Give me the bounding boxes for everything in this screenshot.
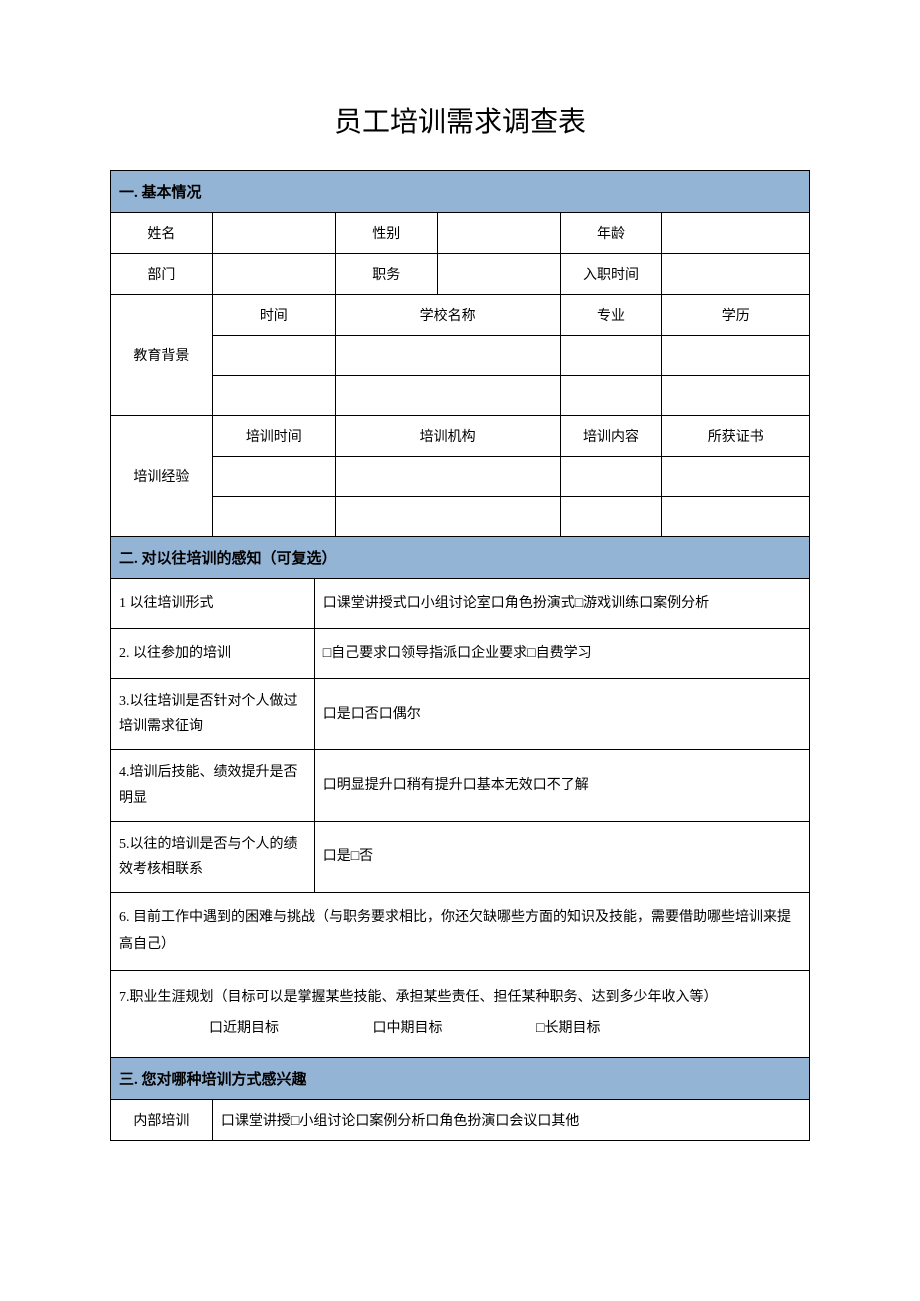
field-gender[interactable]	[437, 213, 560, 254]
label-name: 姓名	[111, 213, 213, 254]
q1-label: 1 以往培训形式	[111, 579, 315, 629]
field-age[interactable]	[662, 213, 810, 254]
field-training-time-2[interactable]	[212, 497, 335, 537]
internal-training-options[interactable]: 口课堂讲授□小组讨论口案例分析口角色扮演口会议口其他	[212, 1099, 809, 1140]
field-edu-degree-1[interactable]	[662, 336, 810, 376]
label-age: 年龄	[560, 213, 662, 254]
label-joindate: 入职时间	[560, 254, 662, 295]
field-training-org-2[interactable]	[335, 497, 560, 537]
label-training-org: 培训机构	[335, 416, 560, 457]
field-edu-school-2[interactable]	[335, 376, 560, 416]
q7-goal-mid[interactable]: 口中期目标	[373, 1014, 443, 1045]
q7-intro: 7.职业生涯规划（目标可以是掌握某些技能、承担某些责任、担任某种职务、达到多少年…	[119, 983, 801, 1014]
field-training-cert-1[interactable]	[662, 457, 810, 497]
section1-header: 一. 基本情况	[111, 171, 810, 213]
field-dept[interactable]	[212, 254, 335, 295]
q7-goal-long[interactable]: □长期目标	[536, 1014, 600, 1045]
field-joindate[interactable]	[662, 254, 810, 295]
field-training-content-2[interactable]	[560, 497, 662, 537]
q1-options[interactable]: 口课堂讲授式口小组讨论室口角色扮演式□游戏训练口案例分析	[314, 579, 809, 629]
field-name[interactable]	[212, 213, 335, 254]
field-edu-school-1[interactable]	[335, 336, 560, 376]
page-title: 员工培训需求调查表	[110, 100, 810, 140]
field-position[interactable]	[437, 254, 560, 295]
q3-label: 3.以往培训是否针对个人做过培训需求征询	[111, 679, 315, 750]
field-edu-time-1[interactable]	[212, 336, 335, 376]
label-training-content: 培训内容	[560, 416, 662, 457]
label-edu: 教育背景	[111, 295, 213, 416]
q2-options[interactable]: □自己要求口领导指派口企业要求□自费学习	[314, 629, 809, 679]
field-edu-major-1[interactable]	[560, 336, 662, 376]
q2-label: 2. 以往参加的培训	[111, 629, 315, 679]
q7-goal-near[interactable]: 口近期目标	[209, 1014, 279, 1045]
q6-text[interactable]: 6. 目前工作中遇到的困难与挑战（与职务要求相比，你还欠缺哪些方面的知识及技能，…	[111, 893, 810, 971]
field-training-content-1[interactable]	[560, 457, 662, 497]
label-gender: 性别	[335, 213, 437, 254]
field-edu-major-2[interactable]	[560, 376, 662, 416]
q4-options[interactable]: 口明显提升口稍有提升口基本无效口不了解	[314, 750, 809, 821]
label-position: 职务	[335, 254, 437, 295]
label-edu-school: 学校名称	[335, 295, 560, 336]
section3-header: 三. 您对哪种培训方式感兴趣	[111, 1057, 810, 1099]
q5-options[interactable]: 口是□否	[314, 821, 809, 892]
field-edu-time-2[interactable]	[212, 376, 335, 416]
label-edu-time: 时间	[212, 295, 335, 336]
field-training-org-1[interactable]	[335, 457, 560, 497]
label-internal-training: 内部培训	[111, 1099, 213, 1140]
field-edu-degree-2[interactable]	[662, 376, 810, 416]
label-edu-degree: 学历	[662, 295, 810, 336]
q3-options[interactable]: 口是口否口偶尔	[314, 679, 809, 750]
label-training: 培训经验	[111, 416, 213, 537]
q4-label: 4.培训后技能、绩效提升是否明显	[111, 750, 315, 821]
field-training-time-1[interactable]	[212, 457, 335, 497]
survey-table: 一. 基本情况 姓名 性别 年龄 部门 职务 入职时间 教育背景 时间 学校名称…	[110, 170, 810, 1141]
section2-header: 二. 对以往培训的感知（可复选）	[111, 537, 810, 579]
label-dept: 部门	[111, 254, 213, 295]
label-edu-major: 专业	[560, 295, 662, 336]
label-training-time: 培训时间	[212, 416, 335, 457]
q7-text[interactable]: 7.职业生涯规划（目标可以是掌握某些技能、承担某些责任、担任某种职务、达到多少年…	[111, 971, 810, 1058]
field-training-cert-2[interactable]	[662, 497, 810, 537]
label-training-cert: 所获证书	[662, 416, 810, 457]
q5-label: 5.以往的培训是否与个人的绩效考核相联系	[111, 821, 315, 892]
